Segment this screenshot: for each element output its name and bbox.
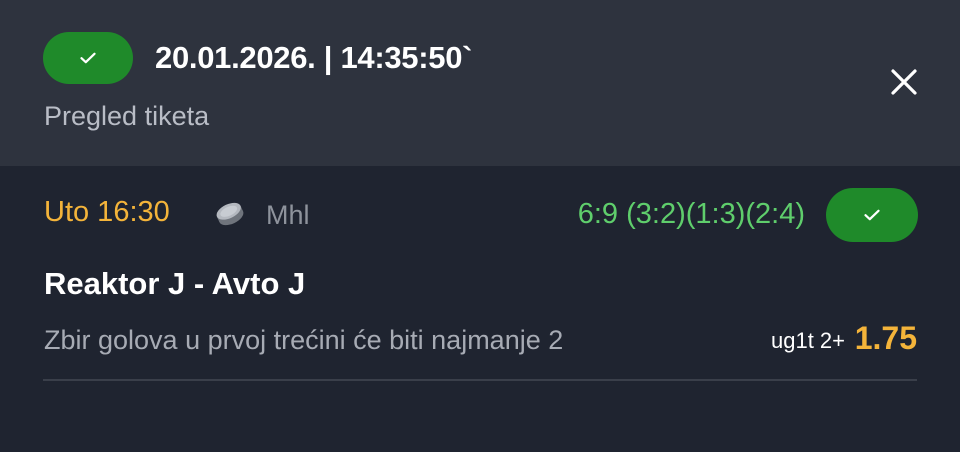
- bet-market: Zbir golova u prvoj trećini će biti najm…: [44, 325, 564, 355]
- match-result: 6:9 (3:2)(1:3)(2:4): [577, 198, 805, 230]
- match-name: Reaktor J - Avto J: [44, 266, 306, 301]
- ticket-status-badge: [43, 32, 133, 84]
- event-status-badge: [826, 188, 918, 242]
- league-label: Mhl: [266, 200, 310, 230]
- hockey-puck-icon: [216, 202, 244, 226]
- divider: [43, 379, 917, 381]
- close-button[interactable]: [884, 62, 924, 102]
- odd-value: 1.75: [854, 320, 917, 356]
- ticket-header: 20.01.2026. | 14:35:50` Pregled tiketa: [0, 0, 960, 166]
- event-time: Uto 16:30: [44, 196, 170, 228]
- pick-code: ug1t 2+: [770, 328, 845, 353]
- ticket-preview-screen: 20.01.2026. | 14:35:50` Pregled tiketa U…: [0, 0, 960, 452]
- ticket-datetime: 20.01.2026. | 14:35:50`: [155, 40, 473, 75]
- close-icon: [891, 69, 917, 95]
- check-icon: [864, 209, 880, 221]
- page-subtitle: Pregled tiketa: [44, 101, 210, 131]
- check-icon: [80, 52, 96, 64]
